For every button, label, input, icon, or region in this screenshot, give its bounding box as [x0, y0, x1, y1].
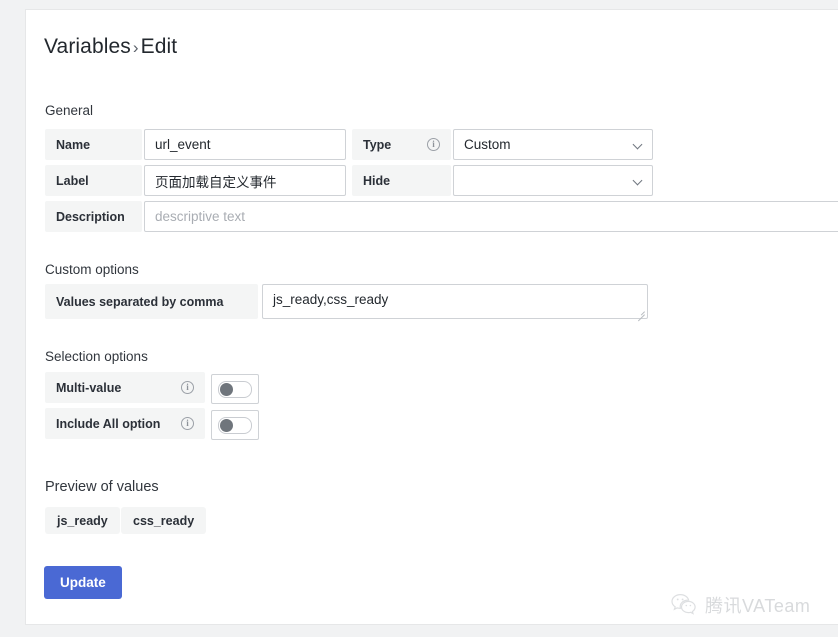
breadcrumb-separator-icon: › [132, 38, 139, 57]
label-input[interactable]: 页面加载自定义事件 [144, 165, 346, 196]
include-all-option-label: Include All option [56, 416, 161, 431]
form-row-name: Name url_event [45, 129, 346, 160]
breadcrumb-root[interactable]: Variables [44, 35, 131, 58]
form-row-multi-value: Multi-value i [45, 372, 205, 403]
form-row-label: Label 页面加载自定义事件 [45, 165, 346, 196]
toggle-track [218, 416, 252, 434]
name-input[interactable]: url_event [144, 129, 346, 160]
info-icon[interactable]: i [427, 138, 440, 151]
resize-handle-icon[interactable] [636, 307, 645, 316]
preview-chip: css_ready [121, 507, 207, 534]
wechat-logo-icon [671, 593, 697, 617]
toggle-track [218, 380, 252, 398]
page-title: Variables ›Edit [44, 35, 177, 59]
watermark-text: 腾讯VATeam [705, 596, 811, 616]
form-row-hide: Hide [352, 165, 653, 196]
update-button[interactable]: Update [44, 566, 122, 599]
description-label: Description [45, 201, 142, 232]
type-label-cell: Type i [352, 129, 451, 160]
include-all-label-cell: Include All option i [45, 408, 205, 439]
hide-select[interactable] [453, 165, 653, 196]
label-label: Label [45, 165, 142, 196]
section-heading-preview-of-values: Preview of values [45, 479, 159, 495]
form-row-custom-values: Values separated by comma [45, 284, 258, 319]
type-select-value: Custom [464, 137, 511, 152]
section-heading-general: General [45, 103, 94, 118]
section-heading-custom-options: Custom options [45, 262, 139, 277]
name-label: Name [45, 129, 142, 160]
preview-chip: js_ready [45, 507, 120, 534]
custom-values-textarea[interactable]: js_ready,css_ready [262, 284, 648, 319]
custom-values-text: js_ready,css_ready [273, 292, 389, 307]
breadcrumb-current: Edit [140, 35, 178, 58]
toggle-knob [220, 382, 233, 396]
info-icon[interactable]: i [181, 417, 194, 430]
multi-value-label-cell: Multi-value i [45, 372, 205, 403]
type-label: Type [363, 137, 392, 152]
form-row-include-all: Include All option i [45, 408, 205, 439]
multi-value-label: Multi-value [56, 380, 122, 395]
toggle-knob [220, 418, 233, 432]
variable-edit-card: Variables ›Edit General Name url_event Ty… [25, 9, 838, 625]
type-select[interactable]: Custom [453, 129, 653, 160]
description-input[interactable]: descriptive text [144, 201, 838, 232]
include-all-toggle[interactable] [211, 410, 259, 440]
chevron-down-icon [634, 140, 643, 149]
form-row-type: Type i Custom [352, 129, 653, 160]
form-row-description: Description descriptive text [45, 201, 838, 232]
info-icon[interactable]: i [181, 381, 194, 394]
chevron-down-icon [634, 176, 643, 185]
section-heading-selection-options: Selection options [45, 349, 148, 364]
hide-label: Hide [352, 165, 451, 196]
values-separated-by-comma-label: Values separated by comma [45, 284, 258, 319]
watermark: 腾讯VATeam [671, 592, 810, 618]
multi-value-toggle[interactable] [211, 374, 259, 404]
